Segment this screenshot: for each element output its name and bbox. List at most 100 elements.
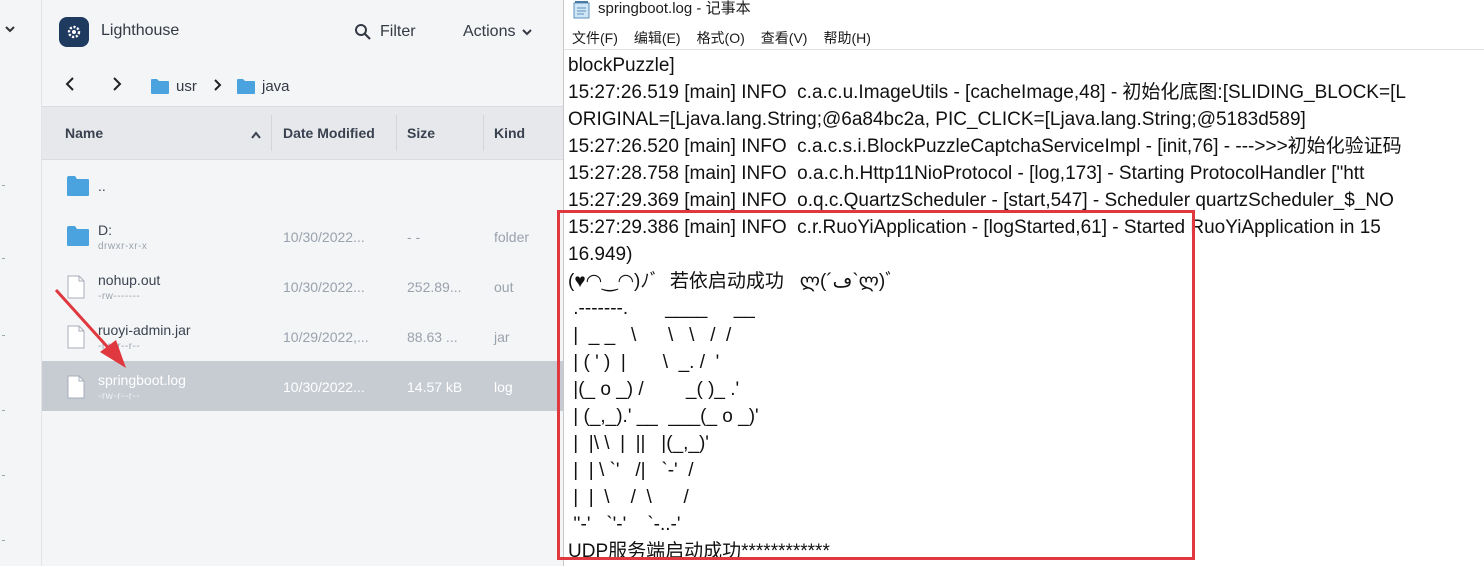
file-icon bbox=[66, 325, 86, 354]
column-divider[interactable] bbox=[271, 115, 272, 151]
notepad-title-bar: springboot.log - 记事本 bbox=[564, 0, 1484, 24]
file-row-springboot-log[interactable]: springboot.log -rw-r--r-- 10/30/2022... … bbox=[42, 361, 563, 411]
file-permissions: -rw-r--r-- bbox=[98, 341, 141, 352]
breadcrumb-label: usr bbox=[176, 77, 197, 95]
notepad-icon bbox=[572, 1, 592, 24]
file-kind: jar bbox=[494, 329, 510, 345]
log-line: blockPuzzle] bbox=[568, 55, 675, 76]
chevron-down-icon bbox=[522, 29, 533, 36]
file-row-nohup[interactable]: nohup.out -rw------- 10/30/2022... 252.8… bbox=[42, 261, 563, 311]
log-line: 15:27:26.519 [main] INFO c.a.c.u.ImageUt… bbox=[568, 82, 1406, 103]
tree-marker bbox=[2, 475, 5, 476]
file-permissions: drwxr-xr-x bbox=[98, 241, 148, 252]
breadcrumb-label: java bbox=[262, 77, 290, 95]
log-line: 15:27:26.520 [main] INFO c.a.c.s.i.Block… bbox=[568, 136, 1402, 157]
ascii-art-line: | (_,_).' __ ___(_ o _)' bbox=[568, 406, 759, 427]
ascii-art-line: | | \ `' /| `-' / bbox=[568, 460, 694, 481]
file-kind: folder bbox=[494, 229, 530, 245]
file-row-jar[interactable]: ruoyi-admin.jar -rw-r--r-- 10/29/2022,..… bbox=[42, 311, 563, 361]
column-kind-label: Kind bbox=[494, 125, 526, 141]
column-size-label: Size bbox=[407, 125, 436, 141]
folder-icon bbox=[66, 175, 90, 202]
folder-icon bbox=[151, 78, 169, 94]
ascii-art-line: .-------. ____ __ bbox=[568, 298, 755, 319]
column-divider[interactable] bbox=[396, 115, 397, 151]
file-icon bbox=[66, 275, 86, 304]
file-size: 252.89... bbox=[407, 279, 462, 295]
ascii-art-line: | | \ / \ / bbox=[568, 487, 689, 508]
ascii-art-line: | ( ' ) | \ _. / ' bbox=[568, 352, 720, 373]
file-browser-header: Lighthouse Filter Actions usr java bbox=[42, 0, 563, 105]
file-date: 10/30/2022... bbox=[283, 379, 365, 395]
file-row-parent[interactable]: .. bbox=[42, 161, 563, 211]
gear-icon bbox=[67, 25, 81, 39]
column-date[interactable]: Date Modified bbox=[283, 107, 375, 159]
notepad-window: springboot.log - 记事本 文件(F) 编辑(E) 格式(O) 查… bbox=[563, 0, 1484, 566]
file-manager-window: Lighthouse Filter Actions usr java Name … bbox=[0, 0, 563, 566]
tree-marker bbox=[2, 258, 5, 259]
column-divider[interactable] bbox=[483, 115, 484, 151]
menu-help[interactable]: 帮助(H) bbox=[815, 24, 878, 48]
column-name[interactable]: Name bbox=[65, 107, 103, 159]
actions-button[interactable]: Actions bbox=[463, 21, 533, 43]
forward-button[interactable] bbox=[110, 76, 124, 97]
file-permissions: -rw-r--r-- bbox=[98, 391, 141, 402]
column-name-label: Name bbox=[65, 125, 104, 141]
ascii-art-line: |(_ o _) / _( )_ .' bbox=[568, 379, 740, 400]
tree-marker bbox=[2, 335, 5, 336]
file-date: 10/30/2022... bbox=[283, 279, 365, 295]
log-line: ORIGINAL=[Ljava.lang.String;@6a84bc2a, P… bbox=[568, 109, 1306, 130]
column-date-label: Date Modified bbox=[283, 125, 375, 141]
file-kind: log bbox=[494, 379, 513, 395]
breadcrumb-java[interactable]: java bbox=[236, 76, 290, 96]
log-line: 15:27:29.386 [main] INFO c.r.RuoYiApplic… bbox=[568, 217, 1381, 238]
chevron-up-icon[interactable] bbox=[250, 127, 262, 145]
tree-marker bbox=[2, 410, 5, 411]
ascii-art-line: ''-' `'-' `-..-' bbox=[568, 514, 681, 535]
filter-label: Filter bbox=[380, 23, 416, 40]
column-header: Name Date Modified Size Kind bbox=[42, 106, 563, 160]
log-line: 15:27:29.369 [main] INFO o.q.c.QuartzSch… bbox=[568, 190, 1394, 211]
log-line: 16.949) bbox=[568, 244, 633, 265]
filter-button[interactable]: Filter bbox=[354, 21, 416, 43]
chevron-down-icon[interactable] bbox=[4, 22, 16, 38]
actions-label: Actions bbox=[463, 23, 516, 40]
window-title: springboot.log - 记事本 bbox=[598, 0, 751, 17]
file-name: springboot.log bbox=[98, 372, 186, 388]
log-line: 15:27:28.758 [main] INFO o.a.c.h.Http11N… bbox=[568, 163, 1365, 184]
column-kind[interactable]: Kind bbox=[494, 107, 525, 159]
file-size: 14.57 kB bbox=[407, 379, 463, 395]
back-button[interactable] bbox=[64, 76, 78, 97]
breadcrumb-usr[interactable]: usr bbox=[150, 76, 197, 96]
file-permissions: -rw------- bbox=[98, 291, 141, 302]
file-date: 10/29/2022,... bbox=[283, 329, 369, 345]
ascii-art-line: | |\ \ | || |(_,_)' bbox=[568, 433, 709, 454]
file-date: 10/30/2022... bbox=[283, 229, 365, 245]
file-name: ruoyi-admin.jar bbox=[98, 322, 191, 338]
log-line: (♥◠‿◠)ﾉﾞ 若依启动成功 ლ(´ڡ`ლ)ﾞ bbox=[568, 271, 895, 292]
search-icon bbox=[355, 24, 371, 40]
file-size: - - bbox=[407, 229, 421, 245]
file-kind: out bbox=[494, 279, 514, 295]
file-row-d[interactable]: D: drwxr-xr-x 10/30/2022... - - folder bbox=[42, 211, 563, 261]
file-size: 88.63 ... bbox=[407, 329, 458, 345]
menu-file[interactable]: 文件(F) bbox=[564, 24, 626, 48]
chevron-right-icon bbox=[113, 77, 122, 91]
tree-marker bbox=[2, 540, 5, 541]
file-name: .. bbox=[98, 178, 106, 194]
app-logo bbox=[59, 17, 89, 47]
menu-edit[interactable]: 编辑(E) bbox=[626, 24, 689, 48]
menu-format[interactable]: 格式(O) bbox=[689, 24, 753, 48]
folder-icon bbox=[237, 78, 255, 94]
folder-icon bbox=[66, 225, 90, 252]
log-line: UDP服务端启动成功************ bbox=[568, 541, 830, 562]
app-name: Lighthouse bbox=[101, 22, 180, 39]
file-icon bbox=[66, 375, 86, 404]
text-editor-area[interactable]: blockPuzzle] 15:27:26.519 [main] INFO c.… bbox=[564, 49, 1484, 567]
menu-bar: 文件(F) 编辑(E) 格式(O) 查看(V) 帮助(H) bbox=[564, 24, 1484, 48]
column-size[interactable]: Size bbox=[407, 107, 435, 159]
left-sidebar-strip bbox=[0, 0, 42, 566]
file-browser-pane: Lighthouse Filter Actions usr java Name … bbox=[42, 0, 563, 566]
file-name: D: bbox=[98, 222, 112, 238]
menu-view[interactable]: 查看(V) bbox=[753, 24, 816, 48]
